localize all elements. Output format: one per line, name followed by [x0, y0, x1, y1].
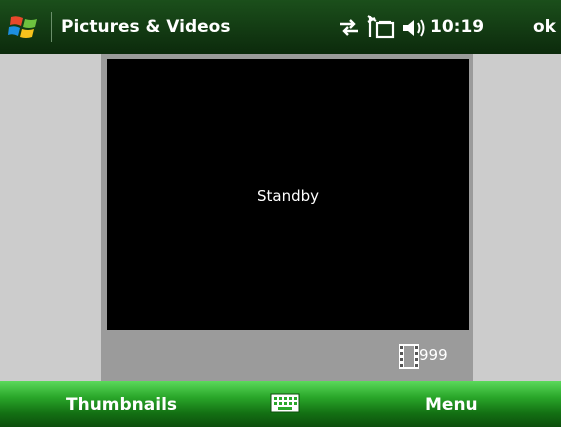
- volume-icon: [403, 19, 425, 37]
- softkey-bar: Thumbnails Menu: [0, 381, 561, 427]
- film-icon: [399, 344, 419, 369]
- video-viewer: Standby 999: [101, 54, 473, 381]
- camera-preview[interactable]: Standby: [107, 59, 469, 330]
- content-area: Standby 999: [0, 54, 561, 381]
- title-separator: [51, 12, 52, 42]
- ok-button[interactable]: ok: [533, 17, 556, 37]
- clock: 10:19: [430, 17, 485, 37]
- standby-label: Standby: [256, 187, 320, 205]
- keyboard-icon[interactable]: [270, 393, 300, 413]
- title-bar: Pictures & Videos 10:19 ok: [0, 0, 561, 54]
- remaining-counter: 999: [419, 346, 448, 364]
- thumbnails-softkey[interactable]: Thumbnails: [66, 395, 177, 415]
- sync-icon: [340, 19, 358, 36]
- antenna-icon: [367, 15, 395, 39]
- windows-start-icon[interactable]: [8, 14, 40, 40]
- menu-softkey[interactable]: Menu: [425, 395, 478, 415]
- app-title: Pictures & Videos: [61, 17, 231, 37]
